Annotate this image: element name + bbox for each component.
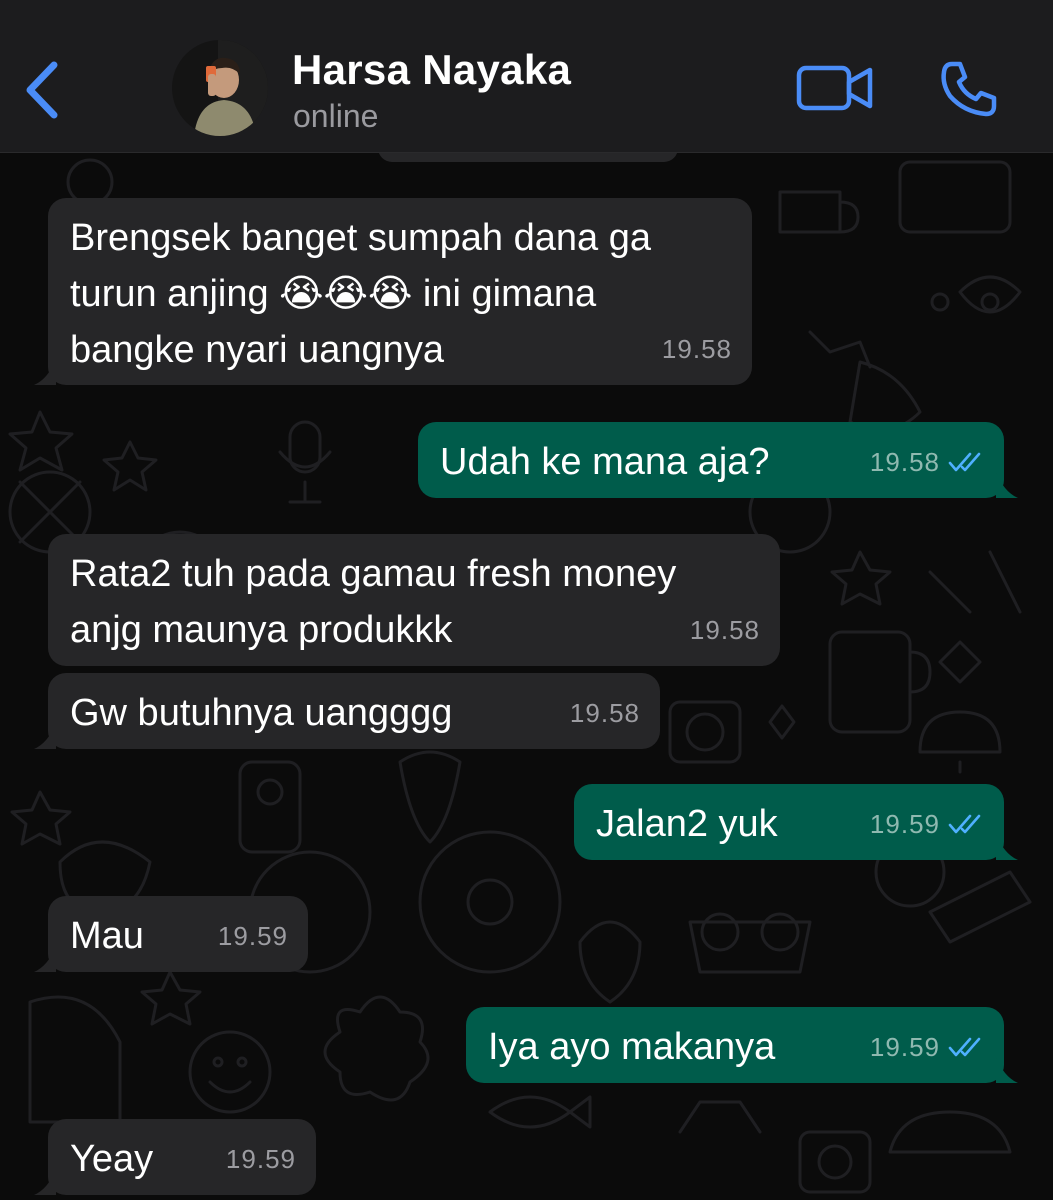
message-text: Brengsek banget sumpah dana ga turun anj… — [70, 217, 651, 371]
bubble-tail — [996, 834, 1018, 860]
bubble-tail — [34, 359, 56, 385]
message-bubble-incoming[interactable]: Mau 19.59 — [34, 896, 308, 972]
contact-status: online — [293, 98, 379, 134]
video-camera-icon — [796, 65, 873, 111]
phone-icon — [941, 61, 997, 117]
bubble-tail — [34, 946, 56, 972]
back-button[interactable] — [18, 55, 68, 125]
message-time: 19.59 — [217, 921, 288, 951]
message-bubble-outgoing[interactable]: Jalan2 yuk 19.59 — [574, 784, 1018, 860]
message-bubble-outgoing[interactable]: Iya ayo makanya 19.59 — [466, 1007, 1018, 1083]
message-time: 19.59 — [869, 809, 940, 839]
message-time: 19.59 — [225, 1144, 296, 1174]
message-bubble-incoming[interactable]: Yeay 19.59 — [34, 1119, 316, 1195]
message-time: 19.58 — [689, 615, 760, 645]
message-bubble-incoming[interactable]: Gw butuhnya uangggg 19.58 — [34, 673, 660, 749]
message-time: 19.58 — [661, 334, 732, 364]
message-bubble-outgoing[interactable]: Udah ke mana aja? 19.58 — [418, 422, 1018, 498]
message-bubble-incoming[interactable]: Rata2 tuh pada gamau fresh money anjg ma… — [48, 534, 780, 666]
bubble-tail — [996, 472, 1018, 498]
bubble-tail — [34, 1169, 56, 1195]
message-bubble-incoming[interactable]: Brengsek banget sumpah dana ga turun anj… — [34, 198, 752, 385]
message-time: 19.58 — [569, 698, 640, 728]
chevron-left-icon — [26, 61, 58, 119]
previous-message-bubble — [378, 152, 678, 162]
message-time: 19.58 — [869, 447, 940, 477]
message-list[interactable]: Brengsek banget sumpah dana ga turun anj… — [0, 152, 1053, 1200]
bubble-tail — [996, 1057, 1018, 1083]
message-text: Gw butuhnya uangggg — [70, 692, 453, 734]
message-text: Rata2 tuh pada gamau fresh money anjg ma… — [70, 553, 677, 651]
double-check-icon — [948, 814, 981, 834]
chat-header: Harsa Nayaka online — [0, 0, 1053, 153]
double-check-icon — [948, 452, 981, 472]
avatar[interactable] — [172, 40, 268, 136]
bubble-tail — [34, 723, 56, 749]
voice-call-button[interactable] — [938, 58, 1000, 120]
double-check-icon — [948, 1037, 981, 1057]
message-time: 19.59 — [869, 1032, 940, 1062]
video-call-button[interactable] — [796, 62, 874, 114]
contact-name[interactable]: Harsa Nayaka — [292, 46, 571, 94]
